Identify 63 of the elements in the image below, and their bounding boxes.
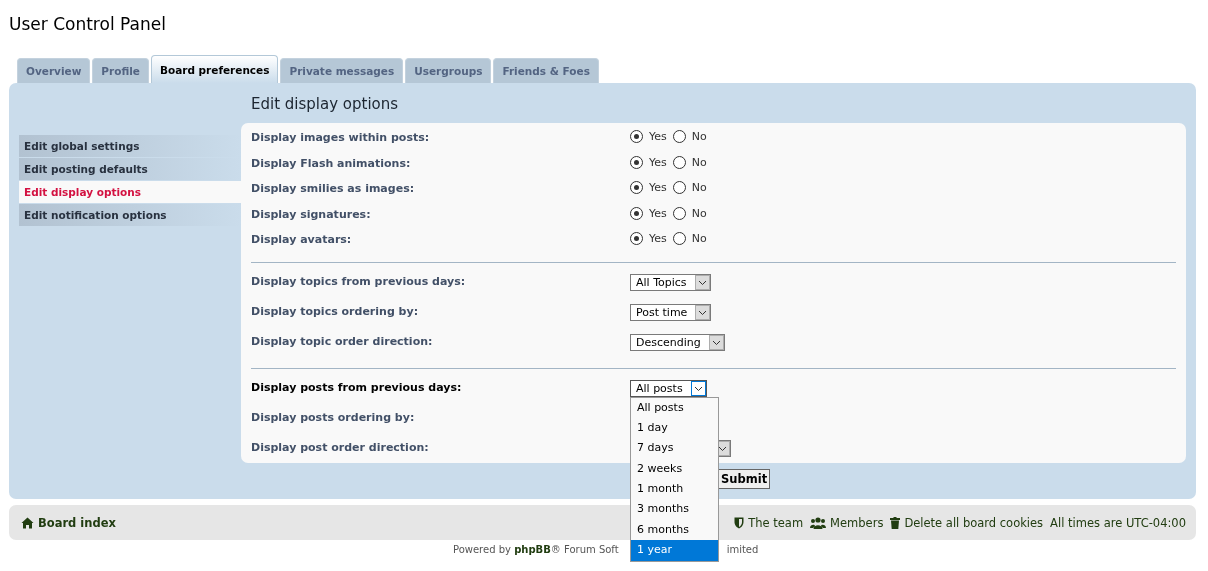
option-label: Display images within posts:: [251, 130, 431, 144]
trash-icon: [890, 516, 901, 529]
radio-label: Yes: [649, 181, 667, 194]
select-field[interactable]: All posts: [630, 379, 707, 397]
radio-label: No: [691, 130, 707, 143]
option-label: Display topics ordering by:: [251, 303, 420, 318]
credits-text: imited: [726, 544, 759, 555]
option-label: Display post order direction:: [251, 439, 430, 454]
radio-label: Yes: [649, 155, 667, 169]
dropdown-option[interactable]: 3 months: [631, 499, 718, 520]
tab[interactable]: Board preferences: [150, 55, 279, 83]
radio-label: Yes: [649, 130, 667, 143]
option-label: Display signatures:: [251, 206, 372, 221]
submit-button[interactable]: Submit: [717, 469, 771, 489]
radio-button[interactable]: [630, 155, 643, 169]
option-label: Display posts from previous days:: [251, 379, 463, 394]
radio-button[interactable]: [672, 232, 686, 245]
users-icon: [810, 516, 827, 529]
footer-link[interactable]: Delete all board cookies: [890, 515, 1044, 530]
radio-label: No: [691, 155, 707, 169]
radio-button[interactable]: [630, 130, 643, 143]
home-icon: [21, 516, 34, 529]
shield-icon: [734, 516, 745, 529]
option-label: Display topics from previous days:: [251, 273, 467, 288]
radio-button[interactable]: [672, 206, 686, 220]
chevron-down-icon: [695, 304, 711, 320]
credits-text: Powered by phpBB® Forum Soft: [453, 544, 619, 555]
dropdown-option[interactable]: 1 day: [631, 417, 718, 439]
radio-button[interactable]: [672, 130, 686, 143]
phpbb-link[interactable]: phpBB: [514, 544, 551, 555]
footer-link[interactable]: The team: [734, 515, 804, 530]
section-title: Edit display options: [250, 94, 400, 115]
board-index-link[interactable]: Board index: [21, 515, 116, 530]
timezone-text: All times are UTC-04:00: [1050, 515, 1186, 530]
select-field[interactable]: Descending: [630, 333, 725, 351]
radio-button[interactable]: [630, 232, 643, 245]
dropdown-option[interactable]: 6 months: [631, 519, 718, 541]
option-label: Display avatars:: [251, 232, 353, 246]
radio-label: No: [691, 206, 707, 220]
option-label: Display smilies as images:: [251, 181, 416, 195]
dropdown-option[interactable]: 1 year: [631, 540, 718, 561]
chevron-down-icon: [694, 274, 710, 290]
radio-button[interactable]: [630, 181, 643, 194]
option-label: Display topic order direction:: [251, 333, 434, 348]
radio-button[interactable]: [672, 181, 686, 194]
dropdown-option[interactable]: All posts: [631, 397, 718, 418]
radio-button[interactable]: [630, 206, 643, 220]
page-title: User Control Panel: [8, 13, 167, 36]
chevron-down-icon: [708, 334, 724, 350]
radio-label: No: [691, 232, 707, 245]
dropdown-option[interactable]: 7 days: [631, 438, 718, 459]
option-label: Display posts ordering by:: [251, 409, 416, 424]
radio-label: Yes: [649, 206, 667, 220]
dropdown-option[interactable]: 1 month: [631, 479, 718, 500]
sidebar-item[interactable]: Edit display options: [19, 181, 241, 203]
radio-label: Yes: [649, 232, 667, 245]
dropdown-option[interactable]: 2 weeks: [631, 458, 718, 480]
radio-button[interactable]: [672, 155, 686, 169]
select-field[interactable]: All Topics: [630, 273, 711, 291]
footer-link[interactable]: Members: [810, 515, 884, 530]
select-field[interactable]: Post time: [630, 303, 712, 321]
option-label: Display Flash animations:: [251, 155, 412, 170]
radio-label: No: [691, 181, 707, 194]
